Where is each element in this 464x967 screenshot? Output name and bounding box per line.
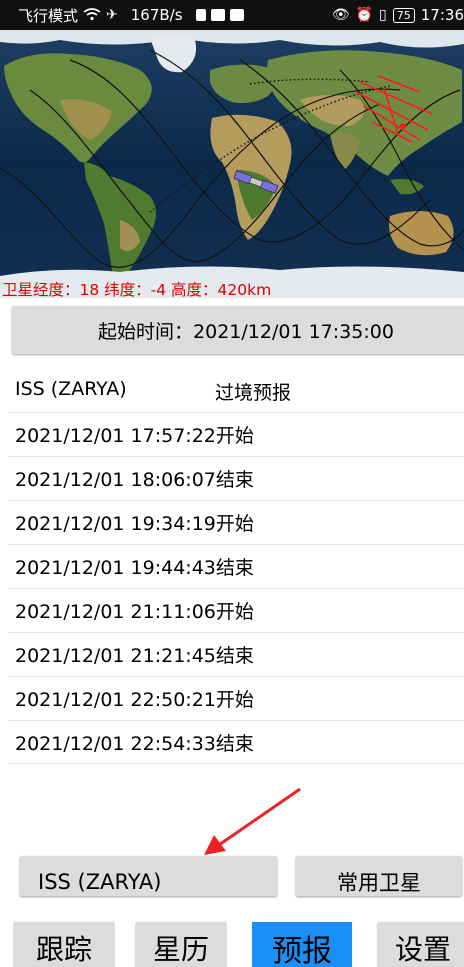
status-bar: 飞行模式 ✈ 167B/s 👁 ⏰ ▯ 75 17:36 [0,0,464,30]
battery-icon: 75 [392,7,415,23]
tab-settings-label: 设置 [394,933,451,966]
tab-forecast[interactable]: 预报 [252,922,352,967]
pass-item[interactable]: 2021/12/01 22:54:33结束 [8,720,464,764]
clock: 17:36 [420,6,464,24]
tab-forecast-label: 预报 [272,934,332,967]
annotation-arrow-icon [204,787,301,855]
start-time-button[interactable]: 起始时间：2021/12/01 17:35:00 [12,306,464,354]
tab-track-label: 跟踪 [35,933,92,966]
tab-settings[interactable]: 设置 [378,922,464,967]
airplane-mode-label: 飞行模式 [18,6,79,25]
pass-list: 2021/12/01 17:57:22开始 2021/12/01 18:06:0… [8,412,464,764]
alarm-icon: ⏰ [355,7,374,23]
forecast-title: 过境预报 [215,382,292,404]
tab-ephemeris[interactable]: 星历 [136,922,226,967]
world-map[interactable] [0,30,464,298]
tab-track[interactable]: 跟踪 [14,922,114,967]
pass-item[interactable]: 2021/12/01 22:50:21开始 [8,676,464,720]
satellite-info: 卫星经度：18 纬度：-4 高度：420km [2,281,272,299]
message-icon [229,9,244,21]
alert-icon [195,9,206,21]
satellite-select-label: ISS (ZARYA) [38,870,162,894]
pass-item[interactable]: 2021/12/01 21:21:45结束 [8,632,464,676]
common-satellites-label: 常用卫星 [337,871,421,895]
pass-item[interactable]: 2021/12/01 18:06:07结束 [8,456,464,500]
mail-icon [210,9,225,21]
pass-item[interactable]: 2021/12/01 21:11:06开始 [8,588,464,632]
tab-ephemeris-label: 星历 [152,933,209,966]
status-bar-right: 👁 ⏰ ▯ 75 17:36 [332,0,464,30]
pass-item[interactable]: 2021/12/01 19:34:19开始 [8,500,464,544]
satellite-select-button[interactable]: ISS (ZARYA) [20,856,277,896]
common-satellites-button[interactable]: 常用卫星 [296,856,462,896]
observer-marker [400,123,406,129]
wifi-icon [83,7,101,24]
forecast-header: ISS (ZARYA) 过境预报 [15,378,464,410]
start-time-label: 起始时间：2021/12/01 17:35:00 [98,320,394,343]
pass-item[interactable]: 2021/12/01 17:57:22开始 [8,412,464,456]
net-speed: 167B/s [130,6,183,24]
vibrate-icon: ▯ [379,7,387,23]
map-canvas [0,30,464,298]
pass-item[interactable]: 2021/12/01 19:44:43结束 [8,544,464,588]
forecast-satellite-name: ISS (ZARYA) [15,378,127,400]
eye-icon: 👁 [331,7,350,23]
status-bar-left: 飞行模式 ✈ 167B/s [0,5,244,26]
airplane-icon: ✈ [106,7,118,23]
